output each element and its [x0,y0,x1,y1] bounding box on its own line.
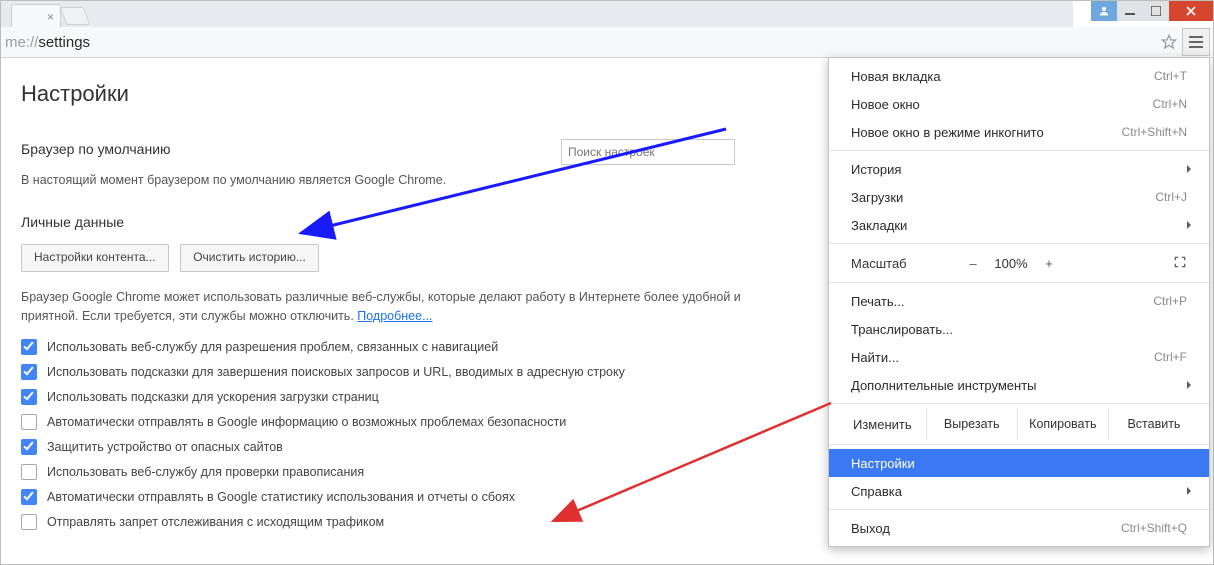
checkbox-label: Автоматически отправлять в Google статис… [47,490,515,504]
section-heading: Личные данные [21,214,751,230]
menu-downloads[interactable]: ЗагрузкиCtrl+J [829,183,1209,211]
checkbox-label: Защитить устройство от опасных сайтов [47,440,283,454]
privacy-checkbox-5[interactable]: Использовать веб-службу для проверки пра… [21,464,751,480]
paste-button[interactable]: Вставить [1108,408,1199,440]
edit-label: Изменить [839,417,926,432]
menu-bookmarks[interactable]: Закладки [829,211,1209,239]
window-controls [1091,1,1213,21]
menu-new-window[interactable]: Новое окноCtrl+N [829,90,1209,118]
url-path: settings [38,34,90,51]
zoom-label: Масштаб [851,256,961,271]
privacy-checkbox-2[interactable]: Использовать подсказки для ускорения заг… [21,389,751,405]
clear-history-button[interactable]: Очистить историю... [180,244,319,272]
privacy-checkbox-4[interactable]: Защитить устройство от опасных сайтов [21,439,751,455]
checkbox-icon[interactable] [21,389,37,405]
menu-cast[interactable]: Транслировать... [829,315,1209,343]
checkbox-icon[interactable] [21,364,37,380]
privacy-checkbox-6[interactable]: Автоматически отправлять в Google статис… [21,489,751,505]
minimize-button[interactable] [1117,1,1143,21]
menu-print[interactable]: Печать...Ctrl+P [829,287,1209,315]
menu-find[interactable]: Найти...Ctrl+F [829,343,1209,371]
menu-settings[interactable]: Настройки [829,449,1209,477]
zoom-out-button[interactable]: – [961,256,985,271]
checkbox-label: Использовать подсказки для ускорения заг… [47,390,379,404]
menu-more-tools[interactable]: Дополнительные инструменты [829,371,1209,399]
checkbox-icon[interactable] [21,414,37,430]
maximize-button[interactable] [1143,1,1169,21]
bookmark-star-icon[interactable] [1156,29,1182,55]
menu-edit-row: Изменить Вырезать Копировать Вставить [829,408,1209,440]
menu-help[interactable]: Справка [829,477,1209,505]
checkbox-icon[interactable] [21,489,37,505]
profile-button[interactable] [1091,1,1117,21]
menu-history[interactable]: История [829,155,1209,183]
checkbox-label: Использовать подсказки для завершения по… [47,365,625,379]
menu-button[interactable] [1182,28,1210,56]
cut-button[interactable]: Вырезать [926,408,1017,440]
section-privacy: Личные данные Настройки контента... Очис… [21,214,751,531]
privacy-checkbox-7[interactable]: Отправлять запрет отслеживания с исходящ… [21,514,751,530]
menu-new-tab[interactable]: Новая вкладкаCtrl+T [829,62,1209,90]
checkbox-label: Использовать веб-службу для разрешения п… [47,340,498,354]
menu-incognito[interactable]: Новое окно в режиме инкогнитоCtrl+Shift+… [829,118,1209,146]
default-browser-text: В настоящий момент браузером по умолчани… [21,171,751,190]
main-menu: Новая вкладкаCtrl+T Новое окноCtrl+N Нов… [828,57,1210,547]
close-tab-icon[interactable]: × [47,11,54,23]
url-scheme: me:// [5,34,38,51]
url-field[interactable]: me://settings [1,34,1156,51]
close-window-button[interactable] [1169,1,1213,21]
checkbox-label: Использовать веб-службу для проверки пра… [47,465,364,479]
menu-exit[interactable]: ВыходCtrl+Shift+Q [829,514,1209,542]
zoom-value: 100% [985,256,1037,271]
tab-strip: × [1,1,1073,28]
checkbox-icon[interactable] [21,514,37,530]
address-bar: me://settings [1,27,1213,58]
checkbox-icon[interactable] [21,464,37,480]
search-settings-input[interactable] [561,139,735,165]
fullscreen-icon[interactable] [1173,255,1187,272]
checkbox-icon[interactable] [21,339,37,355]
privacy-checkbox-1[interactable]: Использовать подсказки для завершения по… [21,364,751,380]
checkbox-label: Отправлять запрет отслеживания с исходящ… [47,515,384,529]
copy-button[interactable]: Копировать [1017,408,1108,440]
new-tab-button[interactable] [60,7,91,25]
browser-tab[interactable]: × [11,4,61,28]
privacy-description: Браузер Google Chrome может использовать… [21,288,751,326]
privacy-checkbox-3[interactable]: Автоматически отправлять в Google информ… [21,414,751,430]
checkbox-label: Автоматически отправлять в Google информ… [47,415,566,429]
zoom-in-button[interactable]: + [1037,256,1061,271]
content-settings-button[interactable]: Настройки контента... [21,244,169,272]
checkbox-icon[interactable] [21,439,37,455]
privacy-checkbox-0[interactable]: Использовать веб-службу для разрешения п… [21,339,751,355]
menu-zoom: Масштаб – 100% + [829,248,1209,278]
learn-more-link[interactable]: Подробнее... [357,309,432,323]
